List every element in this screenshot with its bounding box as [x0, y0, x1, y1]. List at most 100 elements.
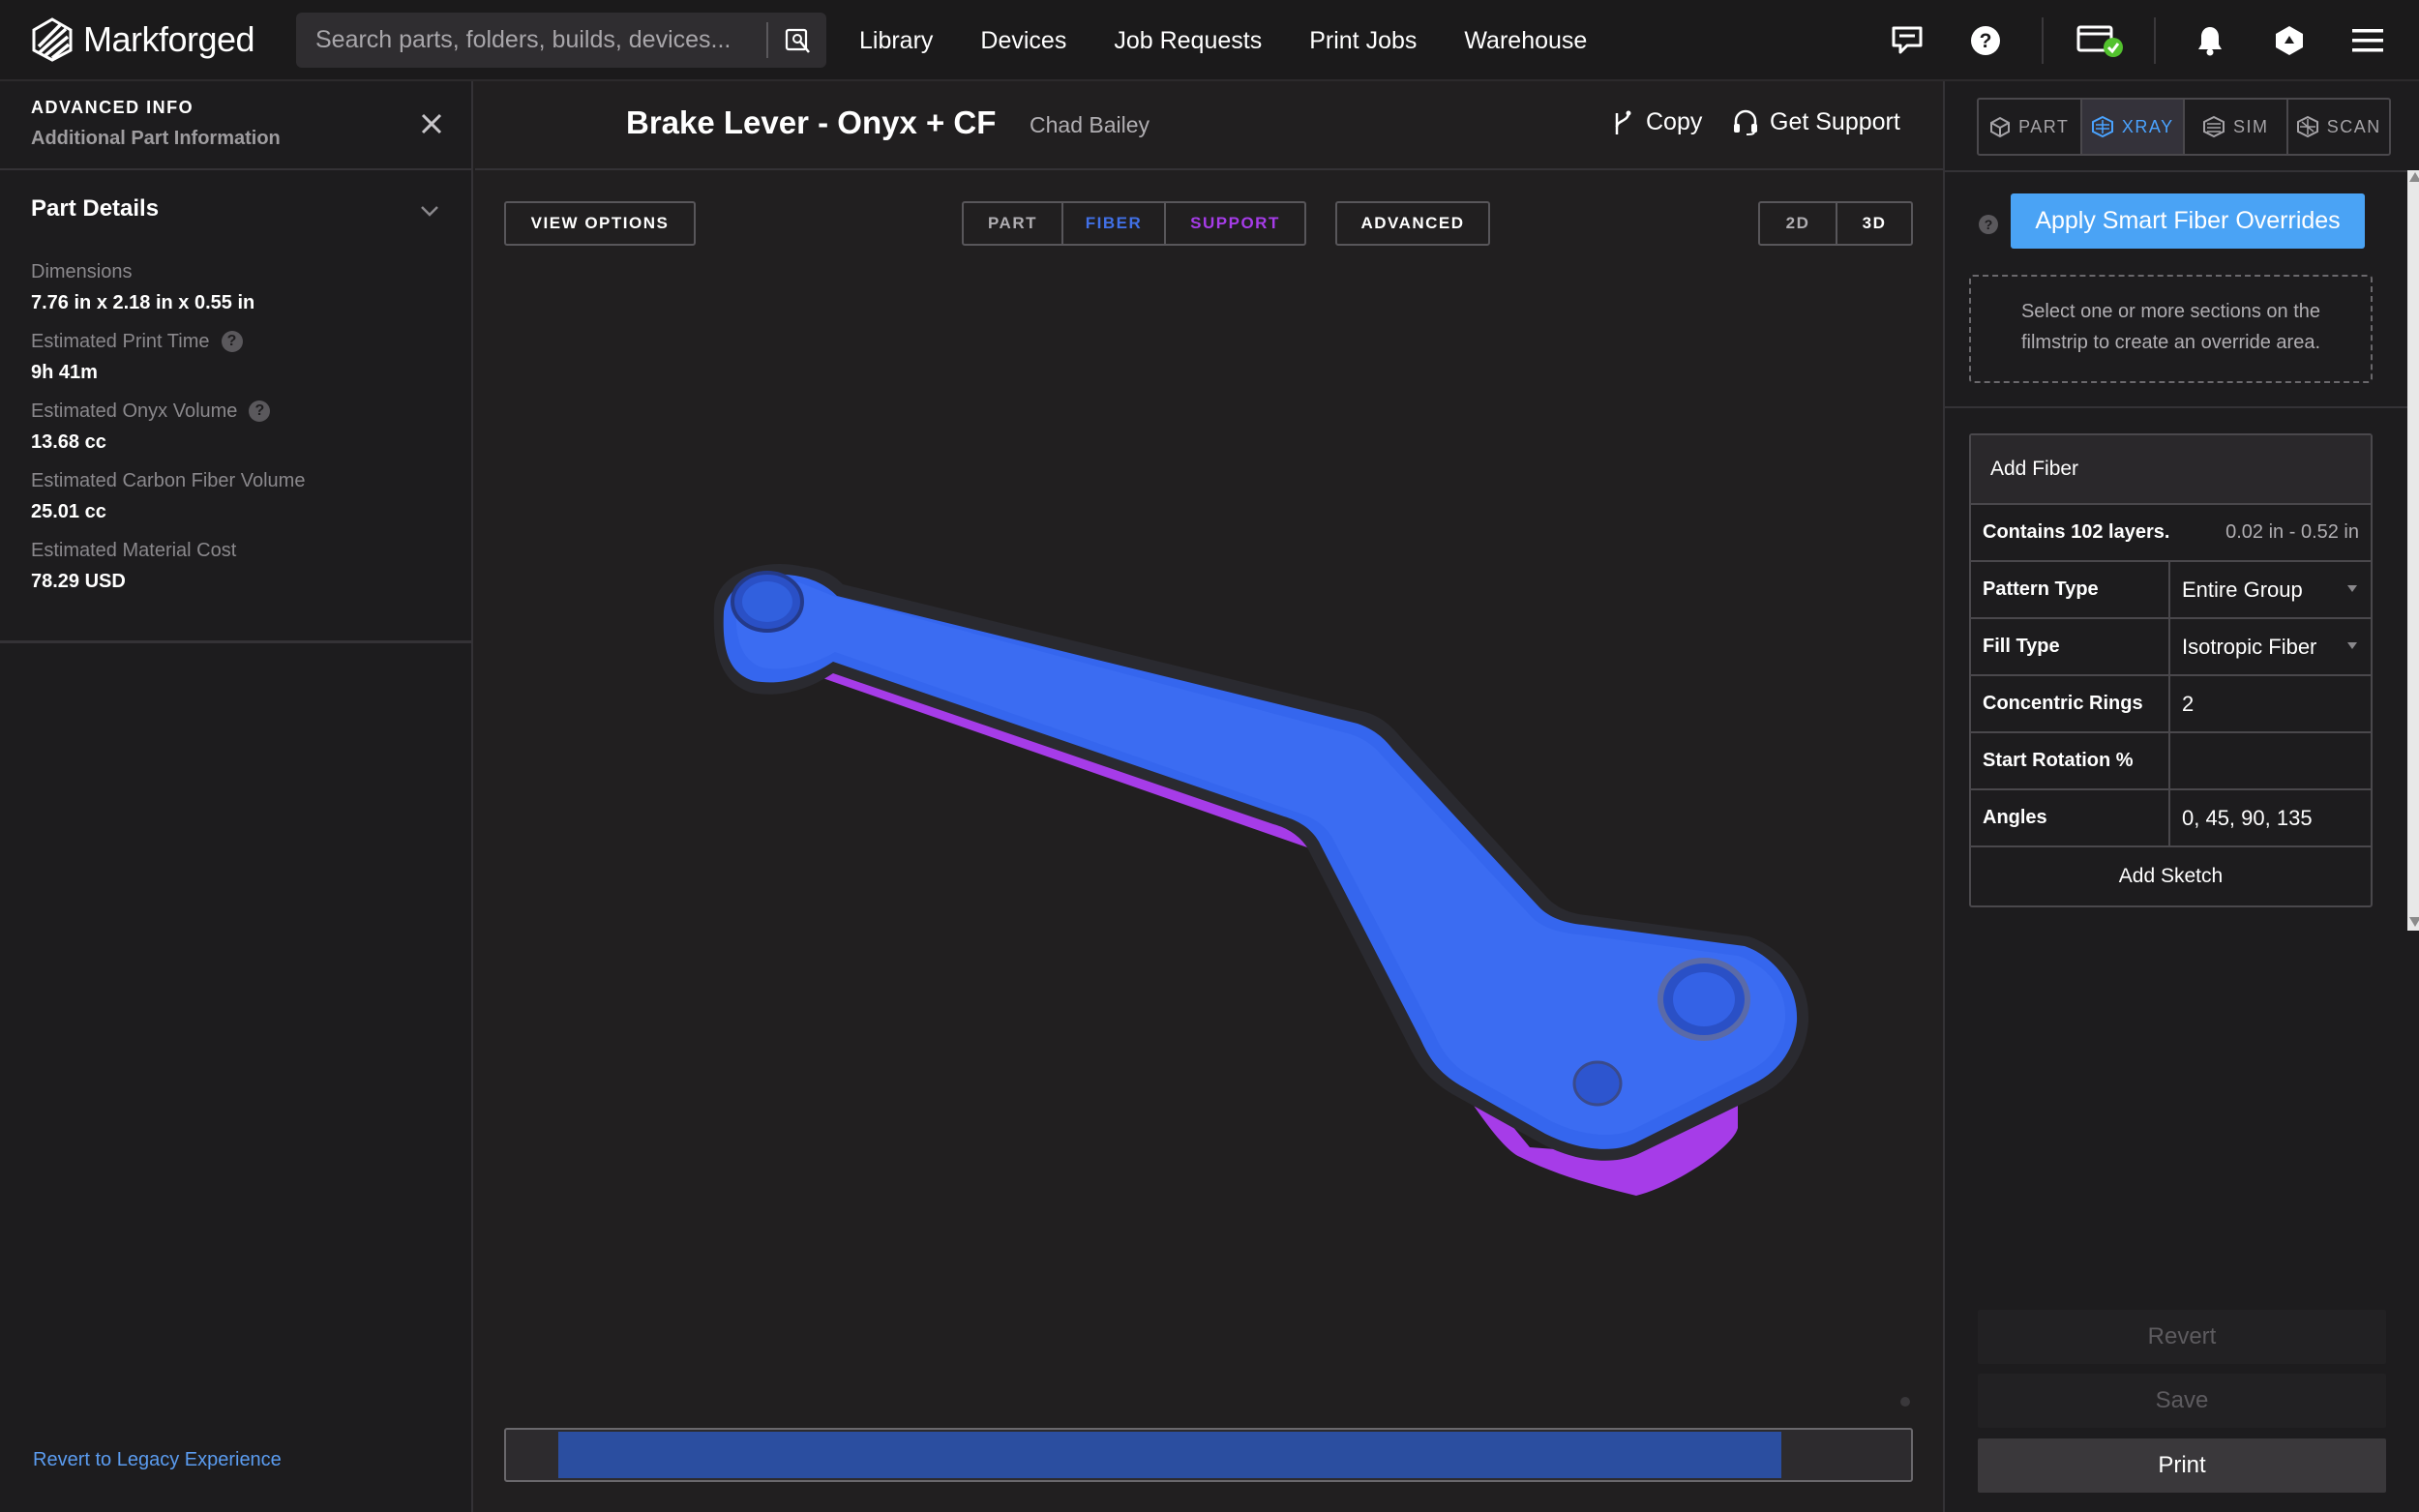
- chat-icon[interactable]: [1888, 21, 1926, 60]
- print-button[interactable]: Print: [1978, 1438, 2386, 1493]
- fiber-top-face: [735, 580, 1786, 1136]
- angles-label: Angles: [1971, 790, 2170, 845]
- nav-warehouse[interactable]: Warehouse: [1464, 27, 1587, 55]
- advanced-info-title: ADVANCED INFO: [31, 98, 194, 117]
- search-input[interactable]: [315, 13, 761, 68]
- chevron-down-icon[interactable]: [418, 199, 441, 222]
- sim-icon: [2202, 115, 2225, 138]
- part-details-heading[interactable]: Part Details: [31, 195, 159, 222]
- close-icon[interactable]: [416, 108, 447, 139]
- detail-value: 13.68 cc: [31, 431, 106, 453]
- detail-value: 9h 41m: [31, 362, 98, 383]
- license-icon[interactable]: [2076, 21, 2127, 60]
- detail-label: Estimated Print Time: [31, 330, 210, 352]
- tab-sim[interactable]: SIM: [2185, 100, 2288, 154]
- start-rotation-input[interactable]: [2182, 733, 2371, 788]
- detail-label: Estimated Material Cost: [31, 539, 237, 561]
- pattern-type-label: Pattern Type: [1971, 562, 2170, 617]
- advanced-info-header: ADVANCED INFO Additional Part Informatio…: [0, 81, 471, 170]
- copy-button[interactable]: Copy: [1611, 108, 1702, 136]
- add-sketch-button[interactable]: Add Sketch: [1971, 847, 2371, 905]
- svg-text:?: ?: [1980, 30, 1992, 52]
- nav-separator: [2154, 17, 2156, 64]
- scan-icon: [2296, 115, 2318, 138]
- layer-count: Contains 102 layers.: [1983, 521, 2170, 543]
- fill-type-select[interactable]: Isotropic Fiber: [2182, 619, 2371, 674]
- copy-label: Copy: [1646, 108, 1703, 135]
- detail-label: Estimated Onyx Volume: [31, 400, 238, 422]
- branch-icon: [1615, 110, 1631, 134]
- brake-lever-model[interactable]: [475, 170, 1943, 1418]
- part-viewer[interactable]: VIEW OPTIONS PART FIBER SUPPORT ADVANCED…: [475, 170, 1943, 1512]
- apply-smart-fiber-overrides-button[interactable]: Apply Smart Fiber Overrides: [2011, 193, 2365, 249]
- start-rotation-row: Start Rotation %: [1971, 733, 2371, 790]
- detail-label: Dimensions: [31, 260, 133, 282]
- start-rotation-label: Start Rotation %: [1971, 733, 2170, 788]
- pattern-type-select[interactable]: Entire Group: [2182, 562, 2371, 617]
- fiber-settings-table: Add Fiber Contains 102 layers. 0.02 in -…: [1969, 433, 2373, 907]
- tab-sim-label: SIM: [2232, 116, 2269, 136]
- override-hint: Select one or more sections on the films…: [1969, 275, 2373, 383]
- detail-material-cost: Estimated Material Cost 78.29 USD: [31, 538, 236, 593]
- advanced-info-subtitle: Additional Part Information: [31, 128, 281, 149]
- image-search-icon[interactable]: [778, 22, 817, 58]
- fill-type-row: Fill Type Isotropic Fiber: [1971, 619, 2371, 676]
- tab-scan[interactable]: SCAN: [2288, 100, 2390, 154]
- help-tooltip-icon[interactable]: ?: [1979, 215, 1998, 234]
- nav-print-jobs[interactable]: Print Jobs: [1309, 27, 1417, 55]
- help-icon[interactable]: ?: [1966, 21, 2005, 60]
- scroll-down-icon[interactable]: [2409, 917, 2419, 927]
- help-tooltip-icon[interactable]: ?: [249, 400, 271, 422]
- layer-filmstrip[interactable]: [504, 1428, 1913, 1482]
- save-button[interactable]: Save: [1978, 1374, 2386, 1428]
- xray-icon: [2091, 115, 2113, 138]
- panel-divider: [1945, 170, 2407, 172]
- bore-hole-left-inner: [742, 581, 792, 622]
- brand-name: Markforged: [83, 19, 255, 59]
- xray-panel: PART XRAY SIM SCAN ? Apply Smart Fiber O…: [1943, 81, 2419, 1512]
- tab-xray[interactable]: XRAY: [2081, 100, 2185, 154]
- concentric-rings-input[interactable]: [2182, 676, 2371, 731]
- detail-value: 7.76 in x 2.18 in x 0.55 in: [31, 292, 255, 313]
- angles-input[interactable]: [2182, 790, 2371, 845]
- global-search: [296, 13, 826, 68]
- markforged-logo-icon: [32, 17, 73, 62]
- menu-icon[interactable]: [2348, 21, 2387, 60]
- tab-part-label: PART: [2018, 116, 2070, 136]
- workspace-icon[interactable]: [2270, 21, 2309, 60]
- layer-info-row: Contains 102 layers. 0.02 in - 0.52 in: [1971, 505, 2371, 562]
- filmstrip-fiber-range[interactable]: [558, 1432, 1781, 1478]
- detail-value: 25.01 cc: [31, 501, 106, 522]
- revert-button[interactable]: Revert: [1978, 1310, 2386, 1364]
- revert-legacy-link[interactable]: Revert to Legacy Experience: [33, 1449, 282, 1471]
- nav-devices[interactable]: Devices: [980, 27, 1066, 55]
- nav-library[interactable]: Library: [859, 27, 933, 55]
- detail-value: 78.29 USD: [31, 571, 126, 592]
- fill-type-label: Fill Type: [1971, 619, 2170, 674]
- part-title: Brake Lever - Onyx + CF: [626, 104, 997, 140]
- view-mode-tabs: PART XRAY SIM SCAN: [1977, 98, 2391, 156]
- scroll-up-icon[interactable]: [2409, 172, 2419, 182]
- tab-scan-label: SCAN: [2326, 116, 2381, 136]
- layer-range: 0.02 in - 0.52 in: [2225, 521, 2359, 543]
- help-tooltip-icon[interactable]: ?: [221, 331, 243, 352]
- primary-nav: Library Devices Job Requests Print Jobs …: [859, 0, 1634, 81]
- tab-part[interactable]: PART: [1979, 100, 2082, 154]
- angles-row: Angles: [1971, 790, 2371, 847]
- tab-xray-label: XRAY: [2121, 116, 2174, 136]
- bell-icon[interactable]: [2191, 21, 2229, 60]
- markforged-logo[interactable]: Markforged: [31, 17, 255, 62]
- top-navigation-bar: Markforged Library Devices Job Requests …: [0, 0, 2419, 81]
- add-fiber-heading[interactable]: Add Fiber: [1971, 435, 2371, 505]
- panel-scrollbar[interactable]: [2407, 170, 2419, 931]
- advanced-info-panel: ADVANCED INFO Additional Part Informatio…: [0, 81, 473, 1512]
- nav-separator: [2042, 17, 2044, 64]
- detail-carbon-fiber-volume: Estimated Carbon Fiber Volume 25.01 cc: [31, 468, 305, 523]
- section-divider: [0, 640, 471, 643]
- panel-divider: [1945, 406, 2407, 408]
- search-divider: [766, 22, 768, 58]
- support-label: Get Support: [1770, 108, 1900, 135]
- get-support-button[interactable]: Get Support: [1733, 108, 1900, 136]
- nav-job-requests[interactable]: Job Requests: [1114, 27, 1262, 55]
- detail-label: Estimated Carbon Fiber Volume: [31, 469, 306, 491]
